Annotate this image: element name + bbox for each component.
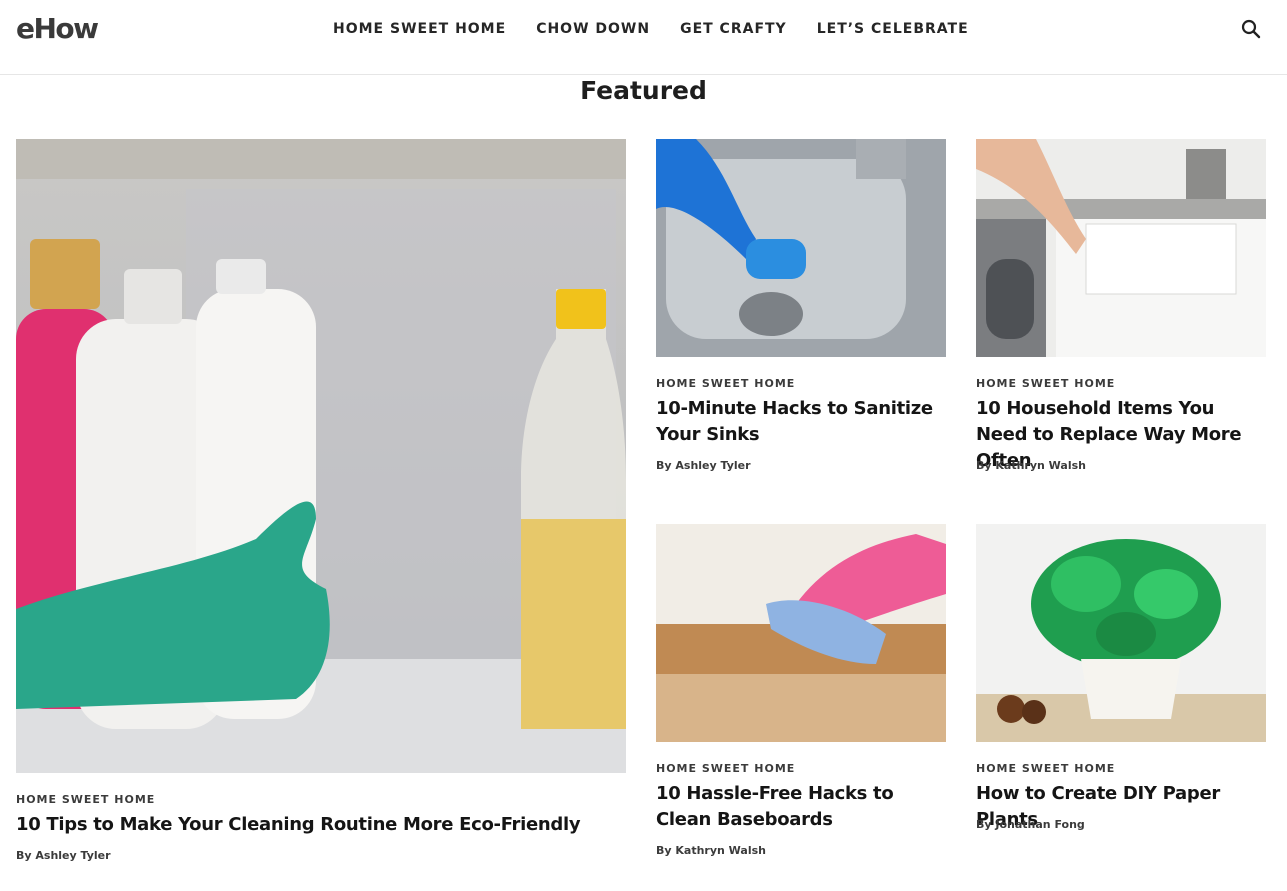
- featured-card[interactable]: HOME SWEET HOME 10-Minute Hacks to Sanit…: [656, 139, 946, 479]
- article-image-baseboard[interactable]: [656, 524, 946, 742]
- article-author[interactable]: By Ashley Tyler: [656, 459, 751, 472]
- article-author[interactable]: By Kathryn Walsh: [656, 844, 766, 857]
- article-category[interactable]: HOME SWEET HOME: [16, 793, 155, 806]
- article-image-sink[interactable]: [656, 139, 946, 357]
- nav-home-sweet-home[interactable]: HOME SWEET HOME: [333, 20, 506, 38]
- article-category[interactable]: HOME SWEET HOME: [656, 377, 795, 390]
- featured-card[interactable]: HOME SWEET HOME 10 Household Items You N…: [976, 139, 1266, 479]
- article-image-paper-plant[interactable]: [976, 524, 1266, 742]
- article-category[interactable]: HOME SWEET HOME: [656, 762, 795, 775]
- nav-get-crafty[interactable]: GET CRAFTY: [680, 20, 787, 38]
- article-image-kitchen-drawer[interactable]: [976, 139, 1266, 357]
- article-category[interactable]: HOME SWEET HOME: [976, 377, 1115, 390]
- article-author[interactable]: By Ashley Tyler: [16, 849, 111, 862]
- article-title[interactable]: 10-Minute Hacks to Sanitize Your Sinks: [656, 396, 946, 448]
- featured-card[interactable]: HOME SWEET HOME 10 Hassle-Free Hacks to …: [656, 524, 946, 864]
- article-author[interactable]: By Jonathan Fong: [976, 818, 1085, 831]
- article-category[interactable]: HOME SWEET HOME: [976, 762, 1115, 775]
- featured-card[interactable]: HOME SWEET HOME How to Create DIY Paper …: [976, 524, 1266, 864]
- main-nav: HOME SWEET HOME CHOW DOWN GET CRAFTY LET…: [333, 20, 969, 38]
- nav-lets-celebrate[interactable]: LET’S CELEBRATE: [817, 20, 969, 38]
- nav-chow-down[interactable]: CHOW DOWN: [536, 20, 650, 38]
- featured-card[interactable]: HOME SWEET HOME 10 Tips to Make Your Cle…: [16, 139, 626, 879]
- article-author[interactable]: By Kathryn Walsh: [976, 459, 1086, 472]
- ehow-logo[interactable]: eHow: [16, 12, 99, 45]
- article-image-cleaning-bottles[interactable]: [16, 139, 626, 773]
- article-title[interactable]: 10 Tips to Make Your Cleaning Routine Mo…: [16, 812, 626, 838]
- article-title[interactable]: 10 Hassle-Free Hacks to Clean Baseboards: [656, 781, 946, 833]
- search-icon[interactable]: [1240, 18, 1262, 40]
- featured-heading: Featured: [580, 76, 707, 105]
- site-header: eHow HOME SWEET HOME CHOW DOWN GET CRAFT…: [0, 0, 1287, 75]
